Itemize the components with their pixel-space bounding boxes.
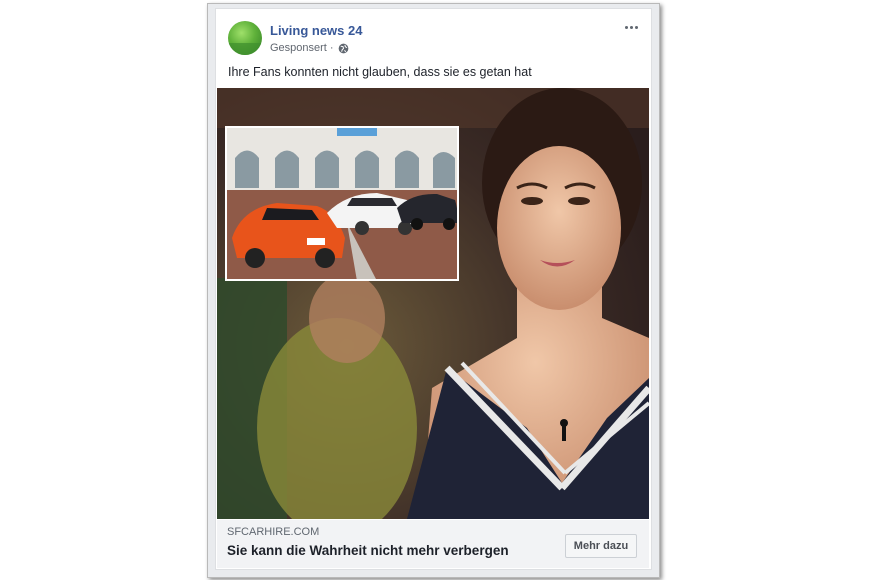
link-headline[interactable]: Sie kann die Wahrheit nicht mehr verberg…: [227, 543, 509, 558]
screenshot-frame: Living news 24 Gesponsert · Ihre Fans ko…: [207, 3, 660, 578]
post-image[interactable]: [217, 88, 649, 519]
more-options-icon[interactable]: [621, 21, 641, 33]
sponsored-label[interactable]: Gesponsert ·: [270, 42, 334, 54]
sponsored-post-card: Living news 24 Gesponsert · Ihre Fans ko…: [215, 8, 652, 570]
learn-more-button[interactable]: Mehr dazu: [565, 534, 637, 558]
globe-icon: [338, 43, 348, 53]
post-text: Ihre Fans konnten nicht glauben, dass si…: [228, 65, 532, 79]
page-name-link[interactable]: Living news 24: [270, 23, 362, 38]
link-preview-bar[interactable]: SFCARHIRE.COM Sie kann die Wahrheit nich…: [217, 520, 649, 568]
sports-cars-illustration: [227, 128, 457, 279]
page-avatar[interactable]: [228, 21, 262, 55]
link-domain: SFCARHIRE.COM: [227, 526, 320, 538]
inset-car-photo: [225, 126, 459, 281]
sponsored-meta: Gesponsert ·: [270, 42, 349, 54]
